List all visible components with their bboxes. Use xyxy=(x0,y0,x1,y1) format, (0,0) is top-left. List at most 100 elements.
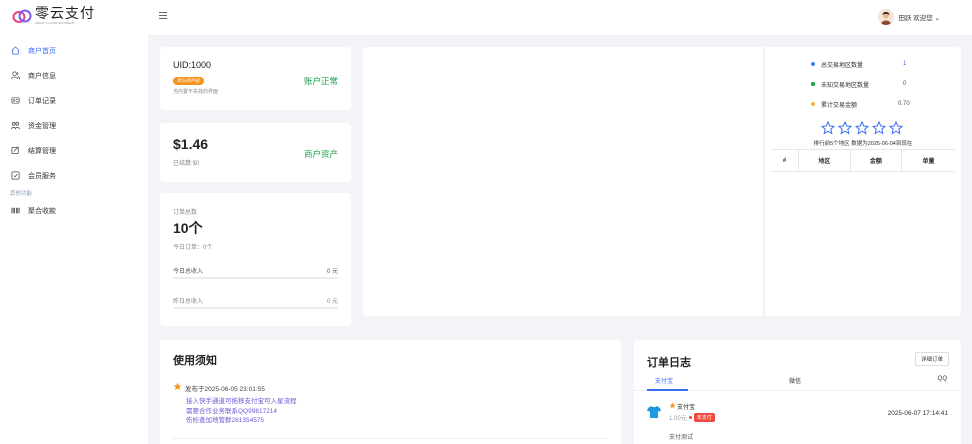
star-icon xyxy=(888,120,904,135)
stat-row: 累计交易金额 0.70 xyxy=(811,94,951,114)
funds-icon xyxy=(10,121,20,131)
menu-toggle-icon[interactable] xyxy=(159,12,167,19)
brand-subtitle: ZERO CLOUD PAYMENT xyxy=(35,21,75,25)
order-time: 2025-06-07 17:14:41 xyxy=(887,410,948,417)
star-icon xyxy=(837,120,853,135)
star-icon xyxy=(854,120,870,135)
uid-label: UID:1000 xyxy=(173,60,212,70)
sidebar-item-settlement[interactable]: 结算管理 xyxy=(0,138,148,163)
order-detail-button[interactable]: 详细订单 xyxy=(915,352,949,366)
asset-amount: $1.46 xyxy=(173,136,209,152)
avatar xyxy=(878,9,895,25)
sidebar-item-label: 商户信息 xyxy=(28,72,56,80)
order-log-title: 订单日志 xyxy=(647,357,691,369)
order-log-tabs: 支付宝 微信 QQ xyxy=(634,373,961,391)
notice-card: 使用须知 发布于2025-06-05 23:01:55 接入快手通道可拖移支付宝… xyxy=(160,340,621,444)
stat-row: 未知交易地区数量 0 xyxy=(811,74,951,94)
tab-active-underline xyxy=(647,389,688,391)
stat-row: 总交易地区数量 1 xyxy=(811,54,951,74)
order-amount: 1.00元 xyxy=(669,416,687,422)
users-icon xyxy=(10,71,20,81)
status-dot-icon xyxy=(688,416,692,419)
user-greeting: 田跃 欢迎您 ⌄ xyxy=(898,15,940,22)
sidebar-item-label: 订单记录 xyxy=(28,97,56,105)
sidebar-section-label: 其他功能 xyxy=(10,191,33,197)
sidebar-item-members[interactable]: 会员服务 xyxy=(0,163,148,188)
star-icon xyxy=(173,382,182,393)
sidebar-item-label: 商户首页 xyxy=(28,47,56,55)
region-ranking-table: # 地区 金额 单量 xyxy=(771,149,955,172)
order-desc: 支付测试 xyxy=(669,435,694,441)
yesterday-income-bar xyxy=(173,307,338,309)
topbar: 田跃 欢迎您 ⌄ xyxy=(148,0,972,36)
sidebar-item-funds[interactable]: 资金管理 xyxy=(0,113,148,138)
star-icon xyxy=(669,402,676,411)
notice-entry: 发布于2025-06-05 23:01:55 接入快手通道可拖移支付宝可入星流程… xyxy=(173,382,297,426)
notice-line[interactable]: 伤检查加地管群281354575 xyxy=(186,416,297,426)
today-orders: 今日订单：0个 xyxy=(173,245,213,251)
orders-summary-card: 订单总数 10个 今日订单：0个 今日总收入 0 元 昨日总收入 0 元 xyxy=(160,193,351,326)
cloud-logo-icon xyxy=(12,7,32,25)
sidebar-item-label: 聚合收款 xyxy=(28,207,56,215)
sidebar-item-orders[interactable]: 订单记录 xyxy=(0,88,148,113)
table-header: # xyxy=(771,149,799,172)
sidebar-nav: 商户首页 商户信息 订单记录 资金管理 结算管理 会员服务 其他功能 聚合收款 xyxy=(0,38,148,221)
stat-label: 未知交易地区数量 xyxy=(821,82,870,89)
today-income-label: 今日总收入 xyxy=(173,269,204,275)
settle-icon xyxy=(10,146,20,156)
divider xyxy=(173,438,608,439)
stat-value: 0.70 xyxy=(898,101,910,107)
stat-dot-icon xyxy=(811,102,815,106)
star-icon xyxy=(820,120,836,135)
stat-dot-icon xyxy=(811,62,815,66)
order-total-count: 10个 xyxy=(173,220,203,236)
barcode-icon xyxy=(10,206,20,216)
today-income-value: 0 元 xyxy=(326,269,338,275)
notice-date: 发布于2025-06-05 23:01:55 xyxy=(185,385,265,393)
stat-dot-icon xyxy=(811,82,815,86)
today-income-bar xyxy=(173,277,338,279)
home-icon xyxy=(10,46,20,56)
order-icon xyxy=(10,96,20,106)
assets-card: $1.46 已结算:$0 商户资产 xyxy=(160,123,351,182)
shirt-icon xyxy=(647,406,661,420)
brand-logo[interactable]: 零云支付 ZERO CLOUD PAYMENT xyxy=(12,6,95,26)
sidebar-item-aggregate-pay[interactable]: 聚合收款 xyxy=(0,200,148,221)
user-group-badge: 新认用户组 xyxy=(173,77,204,85)
sidebar-item-merchant-info[interactable]: 商户信息 xyxy=(0,63,148,88)
order-log-card: 订单日志 详细订单 支付宝 微信 QQ 支付宝 1.00元 未支付 2025-0… xyxy=(634,340,961,444)
stat-label: 总交易地区数量 xyxy=(821,62,864,69)
asset-label: 商户资产 xyxy=(303,149,338,159)
ranking-caption: 排行前5个地区 数据为2025-06-04到现在 xyxy=(813,141,913,147)
notice-line[interactable]: 接入快手通道可拖移支付宝可入星流程 xyxy=(186,397,297,407)
tab-alipay[interactable]: 支付宝 xyxy=(655,376,673,385)
sidebar-item-home[interactable]: 商户首页 xyxy=(0,38,148,63)
payment-method: 支付宝 xyxy=(677,405,696,411)
chart-panel xyxy=(363,47,763,316)
tab-wechat[interactable]: 微信 xyxy=(789,376,801,385)
table-header: 单量 xyxy=(901,149,955,172)
yesterday-income-label: 昨日总收入 xyxy=(173,299,204,305)
table-header: 地区 xyxy=(798,149,851,172)
stat-value: 1 xyxy=(903,61,907,67)
notice-line[interactable]: 需要合作业务联系QQ99817214 xyxy=(186,407,297,417)
notice-title: 使用须知 xyxy=(173,355,217,367)
account-hint: 当内置不失效的界面 xyxy=(173,89,219,95)
tab-qq[interactable]: QQ xyxy=(938,376,947,382)
order-log-entry[interactable]: 支付宝 1.00元 未支付 2025-06-07 17:14:41 支付测试 xyxy=(647,402,948,442)
user-menu[interactable]: 田跃 欢迎您 ⌄ xyxy=(878,9,940,25)
brand-title: 零云支付 xyxy=(35,5,95,21)
sidebar-item-label: 会员服务 xyxy=(28,172,56,180)
yesterday-income-value: 0 元 xyxy=(326,299,338,305)
order-total-label: 订单总数 xyxy=(173,210,198,216)
status-badge: 未支付 xyxy=(693,413,715,422)
rating-stars xyxy=(765,120,961,135)
account-status: 账户正常 xyxy=(303,76,338,86)
region-stats-panel: 总交易地区数量 1 未知交易地区数量 0 累计交易金额 0.70 排行前5个地区… xyxy=(764,47,961,316)
stat-label: 累计交易金额 xyxy=(821,102,858,109)
sidebar: 零云支付 ZERO CLOUD PAYMENT 商户首页 商户信息 订单记录 资… xyxy=(0,0,148,444)
stat-value: 0 xyxy=(903,81,907,87)
account-card: UID:1000 新认用户组 当内置不失效的界面 账户正常 xyxy=(160,47,351,110)
sidebar-item-label: 结算管理 xyxy=(28,147,56,155)
sidebar-item-label: 资金管理 xyxy=(28,122,56,130)
